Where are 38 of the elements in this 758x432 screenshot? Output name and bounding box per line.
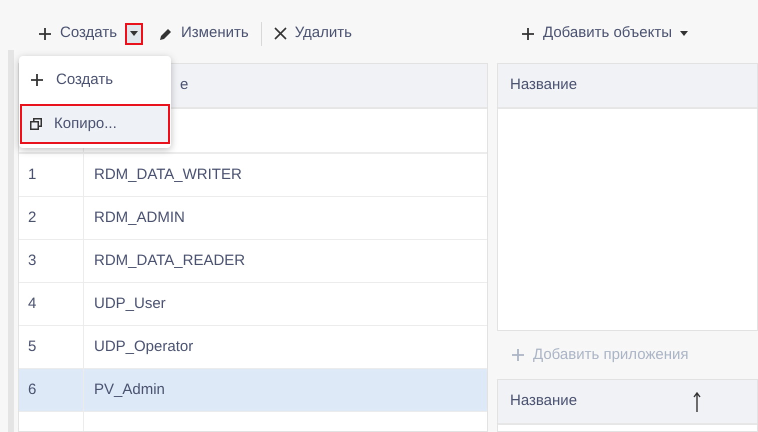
row-number: 5 xyxy=(28,336,36,357)
plus-icon xyxy=(511,348,525,362)
column-header: Название xyxy=(510,391,578,412)
create-button[interactable]: Создать xyxy=(34,18,122,50)
role-name: PV_Admin xyxy=(94,380,165,400)
caret-icon xyxy=(130,31,138,36)
table-row[interactable]: 4 UDP_User xyxy=(19,283,487,326)
table-row[interactable]: 3 RDM_DATA_READER xyxy=(19,240,487,283)
add-objects-button[interactable]: Добавить объекты xyxy=(521,22,688,45)
role-name: RDM_DATA_WRITER xyxy=(94,164,242,185)
row-number: 2 xyxy=(28,208,36,228)
delete-button[interactable]: Удалить xyxy=(270,18,356,50)
role-name: RDM_DATA_READER xyxy=(94,250,246,271)
table-row[interactable]: 5 UDP_Operator xyxy=(19,326,487,369)
copy-icon xyxy=(30,118,42,130)
plus-icon xyxy=(521,26,535,40)
column-header: Название xyxy=(510,75,578,96)
role-name: RDM_ADMIN xyxy=(94,208,185,228)
row-number: 3 xyxy=(28,250,36,271)
menu-item[interactable]: Создать xyxy=(20,60,170,100)
row-number: 1 xyxy=(28,164,36,185)
role-name: UDP_User xyxy=(94,294,166,314)
plus-icon xyxy=(30,73,44,87)
role-name: UDP_Operator xyxy=(94,336,194,357)
column-header: е xyxy=(180,75,188,96)
plus-icon xyxy=(38,26,52,40)
row-number: 4 xyxy=(28,294,36,314)
dropdown-toggle[interactable] xyxy=(125,22,144,44)
table-row[interactable]: 1 RDM_DATA_WRITER xyxy=(19,154,487,197)
pencil-icon xyxy=(159,26,174,40)
sort-arrow-icon[interactable] xyxy=(693,392,701,412)
menu-item[interactable]: Копиро... xyxy=(20,104,170,144)
caret-icon xyxy=(680,31,688,36)
table-row[interactable]: 6 PV_Admin xyxy=(19,369,487,412)
table-row[interactable]: 2 RDM_ADMIN xyxy=(19,197,487,240)
row-number: 6 xyxy=(28,380,36,400)
close-icon xyxy=(274,27,287,40)
edit-button[interactable]: Изменить xyxy=(155,18,253,50)
